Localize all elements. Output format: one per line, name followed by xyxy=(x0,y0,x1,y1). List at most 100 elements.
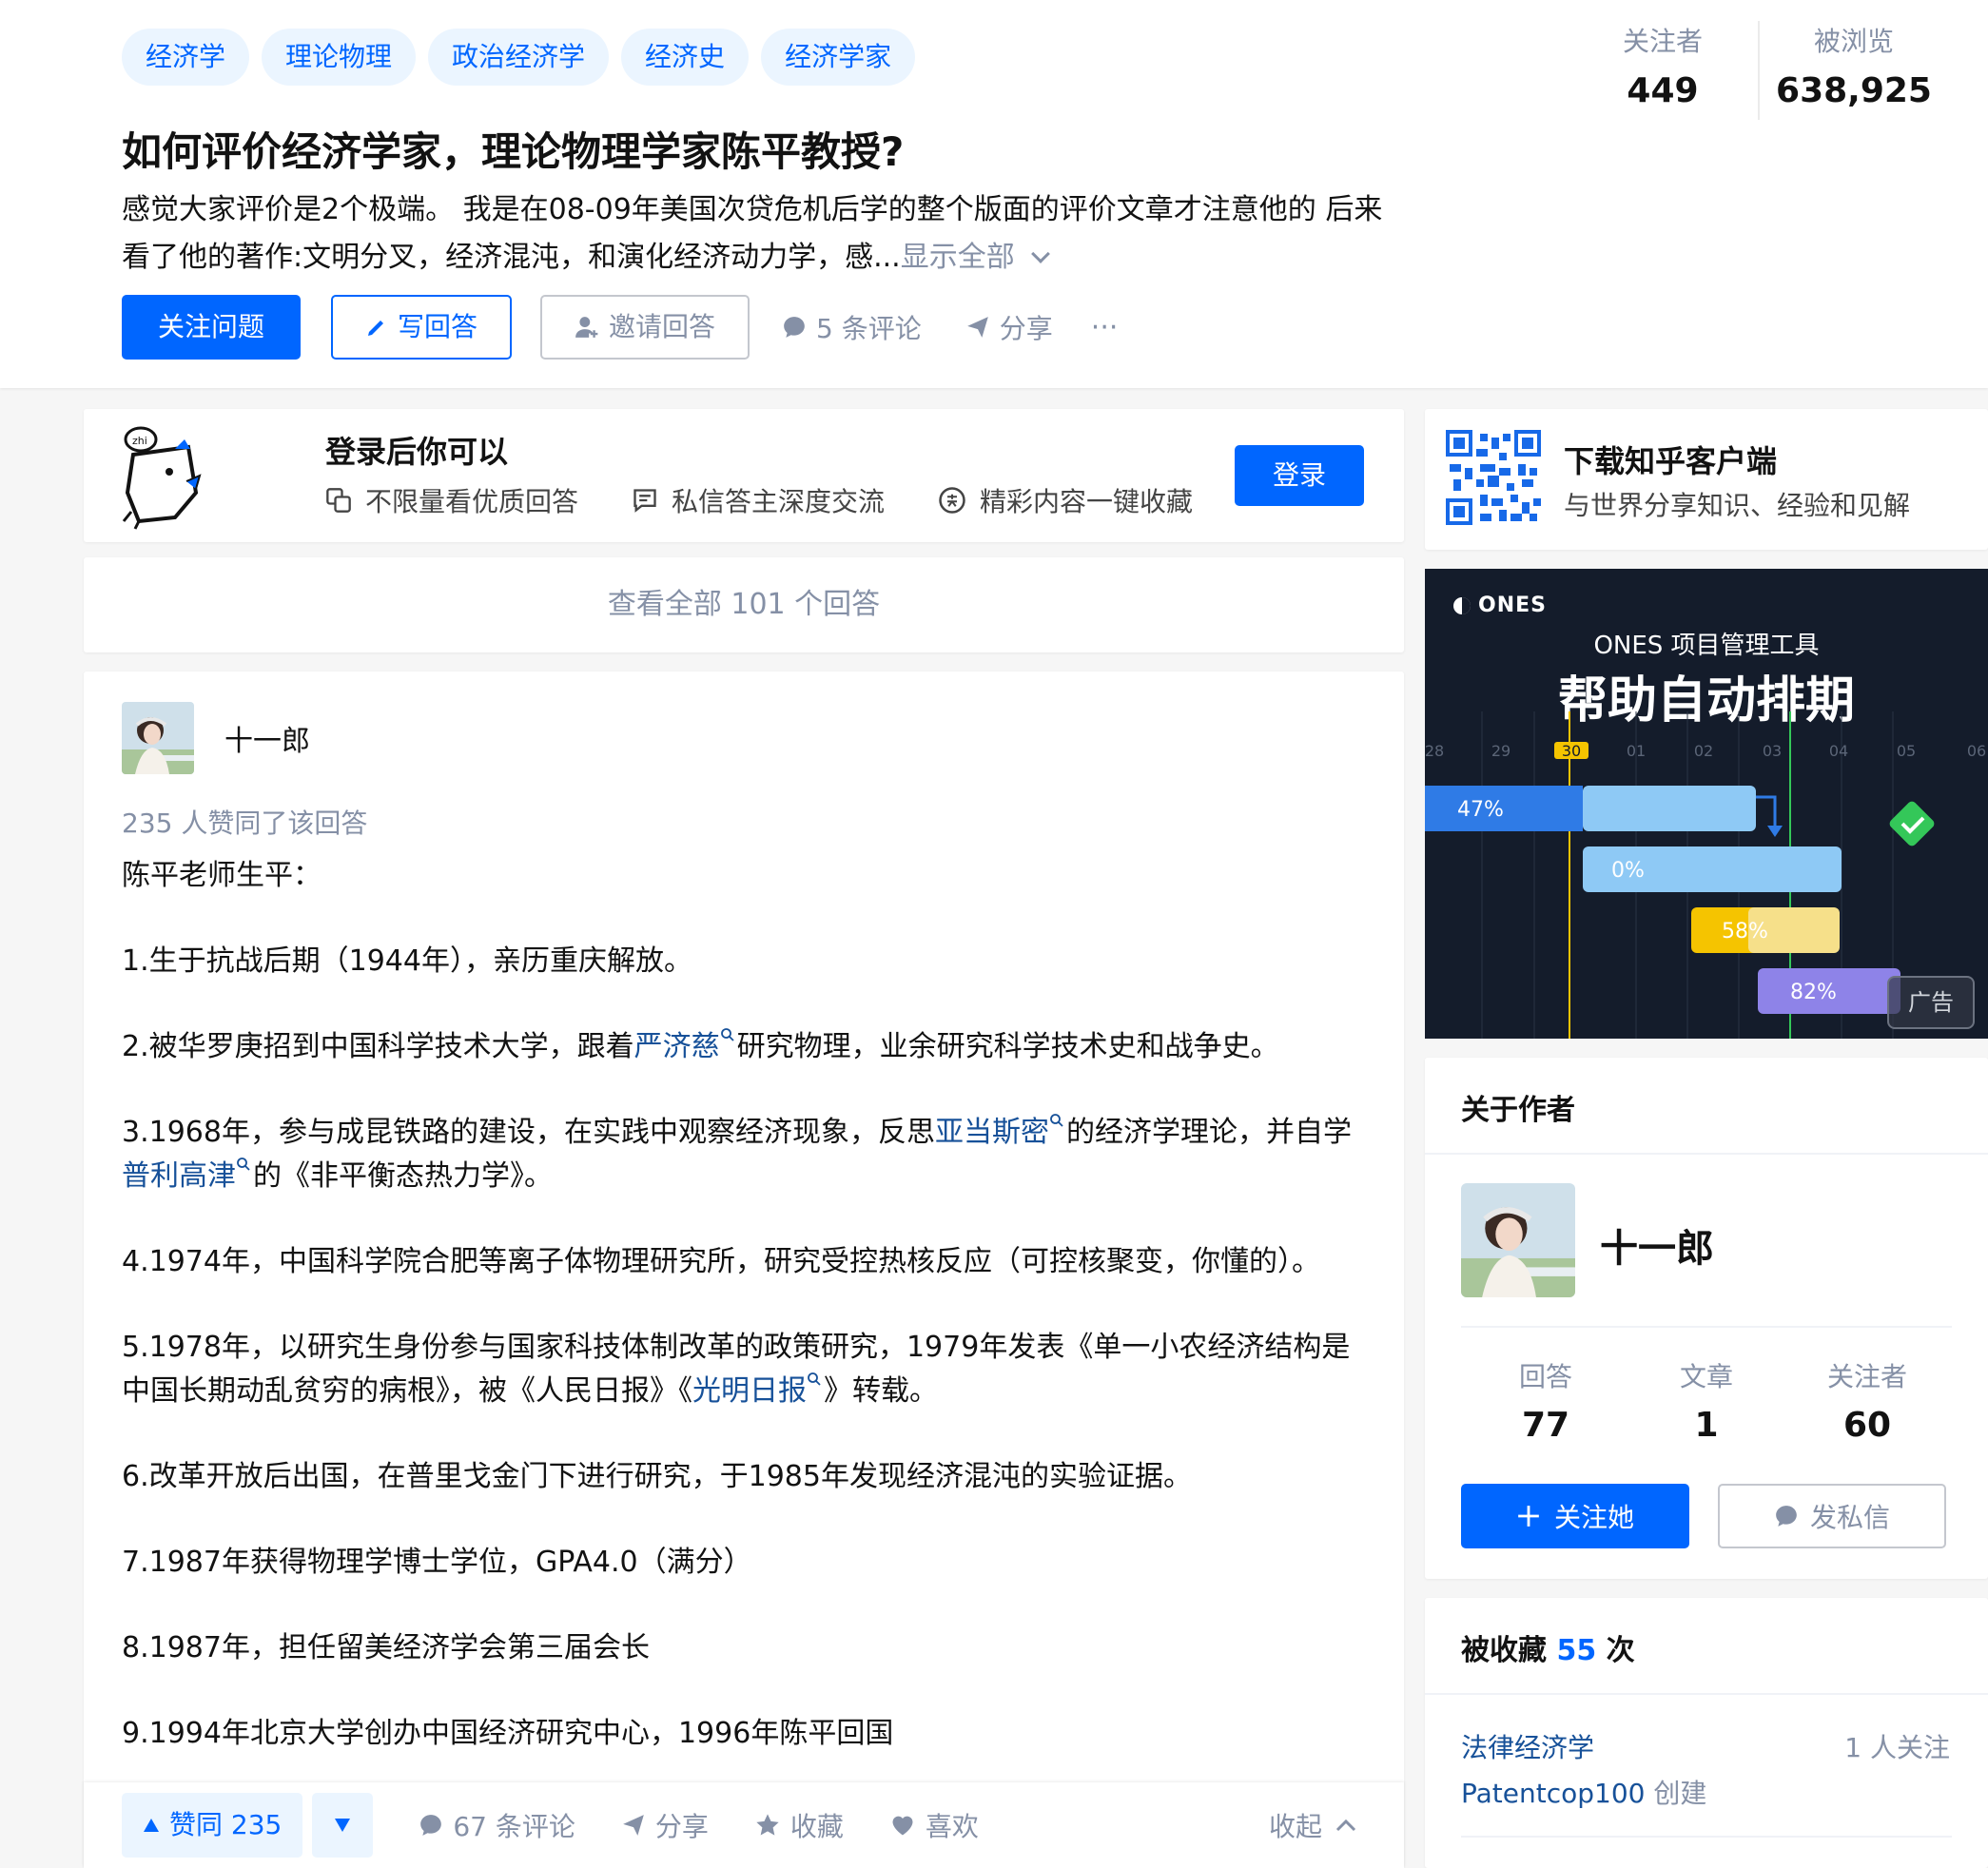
question-header: 经济学 理论物理 政治经济学 经济史 经济学家 如何评价经济学家，理论物理学家陈… xyxy=(0,0,1988,388)
answer-text: 》转载。 xyxy=(824,1374,938,1408)
login-features: 不限量看优质回答 私信答主深度交流 精彩内容一键收藏 xyxy=(325,481,1193,519)
login-feature-label: 私信答主深度交流 xyxy=(672,486,886,517)
question-title: 如何评价经济学家，理论物理学家陈平教授? xyxy=(122,128,905,175)
zhihu-mascot-icon: zhi xyxy=(122,426,202,530)
articles-stat[interactable]: 文章 1 xyxy=(1645,1356,1768,1453)
topic-tag[interactable]: 政治经济学 xyxy=(428,29,610,86)
ad-date-label: 03 xyxy=(1763,742,1782,760)
collect-button[interactable]: 收藏 xyxy=(754,1806,844,1844)
heart-icon xyxy=(892,1816,913,1836)
login-feature-label: 精彩内容一键收藏 xyxy=(980,486,1194,517)
author-name[interactable]: 十一郎 xyxy=(1600,1217,1714,1273)
ad-date-label: 28 xyxy=(1425,742,1444,760)
avatar[interactable] xyxy=(1461,1183,1575,1297)
login-button[interactable]: 登录 xyxy=(1235,445,1364,506)
message-icon xyxy=(633,489,656,513)
upvote-label: 赞同 235 xyxy=(169,1809,283,1840)
question-stats: 关注者 449 被浏览 638,925 xyxy=(1568,21,1948,120)
question-detail-line: 感觉大家评价是2个极端。 我是在08-09年美国次贷危机后学的整个版面的评价文章… xyxy=(122,193,1383,226)
collapse-button[interactable]: 收起 xyxy=(1269,1806,1356,1844)
view-all-answers-button[interactable]: 查看全部 101 个回答 xyxy=(84,557,1404,652)
collected-count: 55 xyxy=(1556,1634,1597,1667)
free-badge-icon xyxy=(939,487,965,514)
author-name[interactable]: 十一郎 xyxy=(224,717,310,759)
comment-icon xyxy=(784,317,805,338)
author-followers-stat[interactable]: 关注者 60 xyxy=(1805,1356,1929,1453)
answer-share-label: 分享 xyxy=(654,1811,709,1842)
search-link[interactable]: 严济慈 xyxy=(634,1030,720,1063)
chevron-up-icon xyxy=(1335,1819,1356,1832)
more-options-button[interactable]: ··· xyxy=(1091,311,1119,344)
articles-label: 文章 xyxy=(1679,1361,1733,1392)
avatar[interactable] xyxy=(122,702,194,774)
download-subtitle: 与世界分享知识、经验和见解 xyxy=(1564,490,1911,521)
follow-question-button[interactable]: 关注问题 xyxy=(122,295,302,360)
topic-tag[interactable]: 经济史 xyxy=(621,29,750,86)
login-prompt-title: 登录后你可以 xyxy=(325,434,509,470)
answer-paragraph: 8.1987年，担任留美经济学会第三届会长 xyxy=(122,1631,650,1664)
ad-date-label: 04 xyxy=(1829,742,1848,760)
ad-bar-label: 47% xyxy=(1457,798,1504,822)
ad-date-label: 06 xyxy=(1967,742,1986,760)
answers-stat[interactable]: 回答 77 xyxy=(1484,1356,1608,1453)
answer-paragraph: 1.生于抗战后期（1944年），亲历重庆解放。 xyxy=(122,944,692,978)
answer-text: 3.1968年，参与成昆铁路的建设，在实践中观察经济现象，反思 xyxy=(122,1116,935,1149)
invite-answer-button[interactable]: 邀请回答 xyxy=(540,295,750,360)
answer-paragraph: 2.被华罗庚招到中国科学技术大学，跟着严济慈 研究物理，业余研究科学技术史和战争史… xyxy=(122,1025,1377,1069)
share-icon xyxy=(623,1815,644,1836)
write-answer-label: 写回答 xyxy=(398,311,478,342)
send-message-label: 发私信 xyxy=(1809,1502,1890,1533)
answer-text: 5.1978年，以研究生身份参与国家科技体制改革的政策研究，1979年发表《单一… xyxy=(122,1331,1351,1364)
download-app-card[interactable]: 下载知乎客户端 与世界分享知识、经验和见解 xyxy=(1425,409,1988,550)
search-icon xyxy=(720,1028,734,1041)
answer-comments-label: 67 条评论 xyxy=(453,1811,575,1842)
login-feature: 私信答主深度交流 xyxy=(632,481,885,519)
answer-content: 陈平老师生平： 1.生于抗战后期（1944年），亲历重庆解放。 2.被华罗庚招到… xyxy=(122,854,1377,1798)
answer-share-button[interactable]: 分享 xyxy=(621,1806,709,1844)
login-feature: 精彩内容一键收藏 xyxy=(938,481,1193,519)
ad-tag: 广告 xyxy=(1887,976,1975,1029)
topic-tag[interactable]: 理论物理 xyxy=(262,29,417,86)
topic-tag[interactable]: 经济学 xyxy=(122,29,250,86)
author-stats: 回答 77 文章 1 关注者 60 xyxy=(1461,1356,1952,1453)
downvote-button[interactable] xyxy=(312,1793,374,1858)
like-label: 喜欢 xyxy=(925,1811,979,1842)
views-label: 被浏览 xyxy=(1813,26,1894,57)
follow-author-button[interactable]: 关注她 xyxy=(1461,1484,1689,1548)
triangle-up-icon xyxy=(144,1819,159,1832)
divider xyxy=(1425,1153,1988,1155)
login-prompt-card: zhi 登录后你可以 不限量看优质回答 私信答主深度交流 精彩内容一键收藏 登录 xyxy=(84,409,1404,542)
question-share-button[interactable]: 分享 xyxy=(965,308,1053,346)
collection-link[interactable]: 法律经济学 xyxy=(1461,1727,1594,1765)
question-comments-button[interactable]: 5 条评论 xyxy=(782,308,922,346)
show-all-link[interactable]: 显示全部 xyxy=(901,241,1015,274)
divider xyxy=(1425,1693,1988,1695)
question-share-label: 分享 xyxy=(999,313,1053,344)
upvote-button[interactable]: 赞同 235 xyxy=(122,1793,303,1858)
answer-comments-button[interactable]: 67 条评论 xyxy=(419,1806,575,1844)
search-link[interactable]: 亚当斯密 xyxy=(935,1116,1049,1149)
collected-prefix: 被收藏 xyxy=(1461,1634,1547,1667)
creator-link[interactable]: Patentcop100 xyxy=(1461,1778,1645,1809)
invite-user-icon xyxy=(575,317,598,338)
followers-count: 449 xyxy=(1627,71,1699,110)
ad-date-label: 01 xyxy=(1627,742,1646,760)
views-count: 638,925 xyxy=(1776,71,1932,110)
send-message-button[interactable]: 发私信 xyxy=(1718,1484,1946,1548)
write-answer-button[interactable]: 写回答 xyxy=(331,295,513,360)
avatar-image xyxy=(1461,1183,1575,1297)
topic-tag[interactable]: 经济学家 xyxy=(761,29,916,86)
collected-title: 被收藏 55 次 xyxy=(1461,1626,1635,1668)
like-button[interactable]: 喜欢 xyxy=(889,1806,979,1844)
ad-bar-label: 82% xyxy=(1790,981,1837,1004)
author-followers-count: 60 xyxy=(1842,1406,1892,1445)
ad-bar-label: 58% xyxy=(1722,920,1768,944)
answer-paragraph: 7.1987年获得物理学博士学位，GPA4.0（满分） xyxy=(122,1546,752,1579)
search-icon xyxy=(808,1372,821,1386)
search-link[interactable]: 光明日报 xyxy=(692,1374,807,1408)
chevron-down-icon[interactable] xyxy=(1030,244,1050,263)
divider xyxy=(1461,1836,1952,1838)
ad-banner[interactable]: ONES ONES 项目管理工具 帮助自动排期 28 29 30 01 02 0… xyxy=(1425,569,1988,1039)
pencil-icon xyxy=(368,321,384,336)
search-link[interactable]: 普利高津 xyxy=(122,1159,236,1193)
